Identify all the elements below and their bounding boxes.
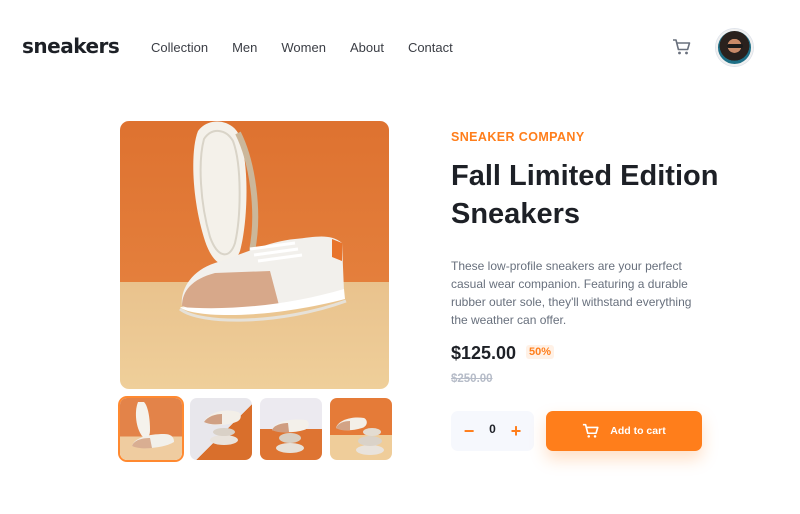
product-description: These low-profile sneakers are your perf… bbox=[451, 259, 692, 327]
cart-icon bbox=[673, 39, 691, 55]
thumbnail-4-image bbox=[336, 417, 384, 455]
current-price: $125.00 bbox=[451, 343, 517, 363]
quantity-value: 0 bbox=[489, 422, 496, 436]
thumbnail-3-image bbox=[272, 419, 309, 453]
decrease-quantity-button[interactable]: − bbox=[459, 420, 479, 442]
increase-quantity-button[interactable]: + bbox=[506, 420, 526, 442]
thumbnail-2-image bbox=[204, 410, 241, 445]
thumbnail-2[interactable] bbox=[190, 398, 252, 460]
brand-logo[interactable]: sneakers bbox=[22, 34, 120, 58]
user-avatar[interactable] bbox=[716, 29, 753, 66]
add-to-cart-label: Add to cart bbox=[610, 425, 666, 437]
quantity-stepper: − 0 + bbox=[451, 411, 534, 451]
product-title: Fall Limited Edition Sneakers bbox=[451, 160, 719, 230]
thumbnail-4[interactable] bbox=[330, 398, 392, 460]
add-to-cart-button[interactable]: Add to cart bbox=[546, 411, 702, 451]
site-header: sneakers Collection Men Women About Cont… bbox=[0, 0, 800, 96]
product-main-image[interactable] bbox=[120, 121, 389, 389]
original-price: $250.00 bbox=[451, 373, 493, 385]
nav-about[interactable]: About bbox=[350, 40, 384, 55]
nav-collection[interactable]: Collection bbox=[151, 40, 208, 55]
avatar-glasses bbox=[727, 44, 743, 48]
cart-button[interactable] bbox=[672, 37, 692, 57]
thumbnail-1-image bbox=[132, 402, 174, 449]
nav-women[interactable]: Women bbox=[281, 40, 326, 55]
discount-badge: 50% bbox=[526, 345, 555, 359]
company-label: SNEAKER COMPANY bbox=[451, 130, 585, 144]
sneaker-illustration bbox=[179, 121, 347, 322]
main-nav: Collection Men Women About Contact bbox=[151, 40, 477, 55]
thumbnail-3[interactable] bbox=[260, 398, 322, 460]
nav-men[interactable]: Men bbox=[232, 40, 257, 55]
nav-contact[interactable]: Contact bbox=[408, 40, 453, 55]
cart-icon bbox=[583, 423, 599, 438]
thumbnail-1[interactable] bbox=[120, 398, 182, 460]
thumbnail-strip bbox=[120, 398, 392, 460]
